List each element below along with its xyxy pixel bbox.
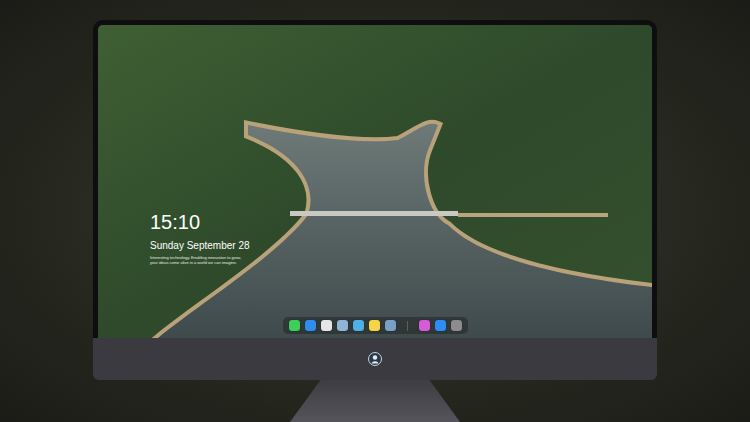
clock-time: 15:10 bbox=[150, 211, 652, 233]
monitor-chin bbox=[93, 338, 657, 380]
dock-app-icon[interactable] bbox=[305, 320, 316, 331]
dock-app-icon[interactable] bbox=[435, 320, 446, 331]
brand-logo-icon bbox=[368, 352, 382, 366]
clock-date: Sunday September 28 bbox=[150, 239, 652, 252]
caption-line: your ideas come alive in a world we can … bbox=[150, 260, 652, 265]
screen-bezel: 15:10 Sunday September 28 Interesting tech… bbox=[93, 20, 657, 338]
desktop-screen: 15:10 Sunday September 28 Interesting tech… bbox=[98, 25, 652, 338]
wallpaper-photo bbox=[98, 25, 652, 338]
dock-app-icon[interactable] bbox=[385, 320, 396, 331]
monitor: 15:10 Sunday September 28 Interesting tech… bbox=[93, 20, 657, 422]
dock-app-icon[interactable] bbox=[451, 320, 462, 331]
dock-app-icon[interactable] bbox=[337, 320, 348, 331]
page: 15:10 Sunday September 28 Interesting tech… bbox=[0, 0, 750, 422]
dock-separator bbox=[407, 321, 408, 331]
clock-caption: Interesting technology. Enabling innovat… bbox=[150, 255, 652, 265]
dock bbox=[283, 317, 468, 334]
caption-line: Interesting technology. Enabling innovat… bbox=[150, 255, 652, 260]
dock-app-icon[interactable] bbox=[369, 320, 380, 331]
dock-app-icon[interactable] bbox=[321, 320, 332, 331]
dock-app-icon[interactable] bbox=[289, 320, 300, 331]
dock-app-icon[interactable] bbox=[353, 320, 364, 331]
monitor-stand bbox=[290, 380, 460, 422]
dock-app-icon[interactable] bbox=[419, 320, 430, 331]
lock-clock: 15:10 Sunday September 28 Interesting tech… bbox=[98, 25, 652, 265]
